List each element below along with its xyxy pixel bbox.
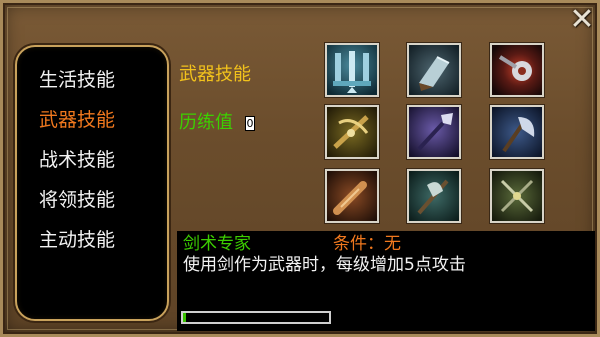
- war-club-icon: [327, 171, 377, 221]
- skill-slot-1[interactable]: [325, 43, 379, 97]
- skill-slot-2[interactable]: [407, 43, 461, 97]
- skill-slot-8[interactable]: [407, 169, 461, 223]
- sidebar-item-life-skills[interactable]: 生活技能: [39, 65, 159, 95]
- skill-name: 剑术专家: [183, 234, 251, 254]
- cleaver-icon: [409, 45, 459, 95]
- crossbow-icon: [327, 107, 377, 157]
- skill-progress-fill: [183, 313, 186, 322]
- sidebar-item-weapon-skills[interactable]: 武器技能: [39, 105, 159, 135]
- skill-slot-5[interactable]: [407, 105, 461, 159]
- skill-description-panel: 剑术专家 条件：无 使用剑作为武器时，每级增加5点攻击: [177, 231, 595, 331]
- skill-panel: ✕ 生活技能 武器技能 战术技能 将领技能 主动技能 武器技能 历练值 0 剑术…: [0, 0, 600, 337]
- sidebar-item-general-skills[interactable]: 将领技能: [39, 185, 159, 215]
- skill-slot-3[interactable]: [490, 43, 544, 97]
- sword-pillar-icon: [327, 45, 377, 95]
- skill-progress-bar: [181, 311, 331, 324]
- skill-condition: 条件：无: [333, 234, 401, 254]
- battle-axe-icon: [492, 107, 542, 157]
- spear-icon: [409, 107, 459, 157]
- skill-slot-7[interactable]: [325, 169, 379, 223]
- flaming-mace-icon: [492, 45, 542, 95]
- sidebar-item-active-skills[interactable]: 主动技能: [39, 225, 159, 255]
- crossed-blades-icon: [492, 171, 542, 221]
- experience-label: 历练值: [179, 112, 233, 133]
- skill-slot-9[interactable]: [490, 169, 544, 223]
- skill-category-sidebar: 生活技能 武器技能 战术技能 将领技能 主动技能: [15, 45, 169, 321]
- close-button[interactable]: ✕: [565, 5, 599, 35]
- close-icon: ✕: [569, 2, 595, 37]
- skill-description-text: 使用剑作为武器时，每级增加5点攻击: [183, 255, 466, 275]
- section-title: 武器技能: [179, 64, 251, 85]
- skill-slot-4[interactable]: [325, 105, 379, 159]
- halberd-icon: [409, 171, 459, 221]
- experience-value: 0: [245, 116, 255, 131]
- sidebar-item-tactics-skills[interactable]: 战术技能: [39, 145, 159, 175]
- skill-slot-6[interactable]: [490, 105, 544, 159]
